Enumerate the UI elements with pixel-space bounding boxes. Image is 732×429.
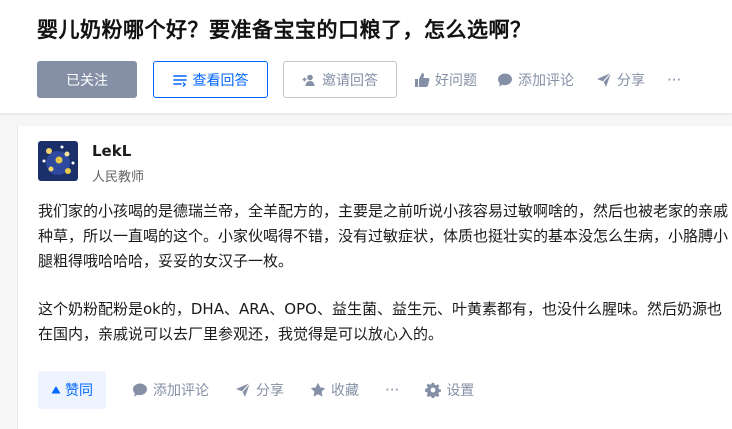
list-icon (172, 74, 187, 87)
answer-card: LekL 人民教师 我们家的小孩喝的是德瑞兰帝，全羊配方的，主要是之前听说小孩容… (17, 126, 732, 429)
invite-answer-label: 邀请回答 (322, 72, 378, 89)
good-question-label: 好问题 (435, 72, 477, 89)
collect-button[interactable]: 收藏 (310, 380, 359, 400)
vote-label: 赞同 (65, 383, 93, 399)
up-triangle-icon (51, 386, 61, 394)
follow-button[interactable]: 已关注 (37, 61, 137, 98)
answer-comment-label: 添加评论 (153, 383, 209, 399)
author-title: 人民教师 (92, 170, 145, 185)
view-answers-button[interactable]: 查看回答 (153, 61, 268, 98)
add-comment-label: 添加评论 (518, 72, 574, 89)
question-title: 婴儿奶粉哪个好？要准备宝宝的口粮了，怎么选啊？ (37, 18, 532, 42)
question-secondary-actions: 好问题 添加评论 分享 ··· (414, 61, 681, 98)
share-button[interactable]: 分享 (596, 70, 645, 90)
comment-bubble-icon (133, 383, 147, 397)
gear-icon (425, 382, 442, 398)
settings-label: 设置 (446, 383, 475, 399)
share-label: 分享 (617, 72, 645, 89)
answer-comment-button[interactable]: 添加评论 (132, 380, 209, 400)
share-plane-icon (597, 72, 612, 87)
more-options-button[interactable]: ··· (667, 71, 681, 89)
follow-label: 已关注 (66, 72, 108, 89)
answer-share-button[interactable]: 分享 (235, 380, 284, 400)
answer-action-bar: 赞同 添加评论 分享 收藏 ··· 设置 (38, 371, 474, 409)
star-icon (310, 382, 326, 397)
avatar-image (38, 141, 78, 181)
invite-answer-button[interactable]: 邀请回答 (283, 61, 397, 98)
comment-bubble-icon (498, 73, 512, 86)
add-comment-button[interactable]: 添加评论 (497, 70, 574, 90)
question-action-bar: 已关注 查看回答 邀请回答 (37, 61, 397, 98)
answer-more-label: ··· (385, 381, 400, 399)
thumb-up-icon (415, 72, 430, 87)
answer-content: 我们家的小孩喝的是德瑞兰帝，全羊配方的，主要是之前听说小孩容易过敏啊啥的，然后也… (38, 199, 728, 370)
settings-button[interactable]: 设置 (425, 380, 474, 400)
view-answers-label: 查看回答 (192, 72, 249, 89)
share-plane-icon (236, 382, 251, 397)
question-header: 婴儿奶粉哪个好？要准备宝宝的口粮了，怎么选啊？ 已关注 查看回答 邀请回答 好问… (0, 0, 732, 113)
collect-label: 收藏 (331, 383, 359, 399)
answer-paragraph: 我们家的小孩喝的是德瑞兰帝，全羊配方的，主要是之前听说小孩容易过敏啊啥的，然后也… (38, 202, 729, 270)
invite-person-icon (302, 74, 315, 86)
answer-share-label: 分享 (256, 383, 284, 399)
answer-more-button[interactable]: ··· (385, 381, 399, 399)
answer-paragraph: 这个奶粉配粉是ok的，DHA、ARA、OPO、益生菌、益生元、叶黄素都有，也没什… (38, 300, 722, 343)
author-name[interactable]: LekL (92, 142, 131, 160)
more-label: ··· (667, 70, 682, 89)
good-question-button[interactable]: 好问题 (414, 70, 477, 90)
avatar[interactable] (38, 141, 78, 181)
vote-up-button[interactable]: 赞同 (38, 371, 106, 409)
